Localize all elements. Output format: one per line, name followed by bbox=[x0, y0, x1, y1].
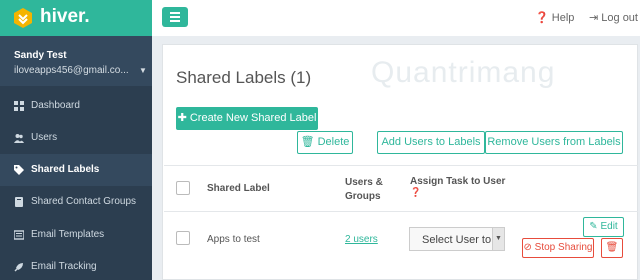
sidebar-item-dashboard[interactable]: Dashboard bbox=[0, 90, 152, 122]
top-bar: ❓ Help ⇥ Log out bbox=[152, 0, 640, 36]
sidebar-item-label: Dashboard bbox=[31, 100, 80, 111]
sidebar: hiver. Sandy Test iloveapps456@gmail.co.… bbox=[0, 0, 152, 280]
sidebar-item-shared-contact-groups[interactable]: Shared Contact Groups bbox=[0, 186, 152, 218]
help-link[interactable]: ❓ Help bbox=[535, 11, 574, 24]
plus-icon: ✚ bbox=[177, 112, 190, 124]
trash-icon: 🗑 bbox=[605, 242, 619, 253]
assign-user-select[interactable]: Select User to ▼ bbox=[409, 227, 505, 251]
hiver-logo-icon bbox=[14, 8, 32, 28]
book-icon bbox=[15, 197, 23, 207]
trash-icon: 🗑 bbox=[300, 136, 318, 148]
sidebar-item-users[interactable]: Users bbox=[0, 122, 152, 154]
add-users-to-labels-button[interactable]: Add Users to Labels bbox=[377, 131, 485, 154]
remove-users-from-labels-button[interactable]: Remove Users from Labels bbox=[485, 131, 623, 154]
template-icon bbox=[14, 230, 24, 240]
create-shared-label-button[interactable]: ✚ Create New Shared Label bbox=[176, 107, 318, 130]
column-header-users-groups: Users & Groups bbox=[345, 177, 383, 202]
column-header-shared-label: Shared Label bbox=[207, 183, 270, 194]
user-name: Sandy Test bbox=[14, 50, 67, 61]
logout-link[interactable]: ⇥ Log out bbox=[589, 11, 638, 24]
hamburger-menu-button[interactable] bbox=[162, 7, 188, 27]
ban-icon: ⊘ bbox=[523, 242, 535, 253]
users-icon bbox=[14, 134, 24, 143]
sidebar-item-email-tracking[interactable]: Email Tracking bbox=[0, 251, 152, 280]
row-checkbox[interactable] bbox=[176, 231, 190, 245]
chevron-down-icon: ▼ bbox=[492, 228, 504, 250]
sidebar-item-label: Shared Labels bbox=[31, 164, 100, 175]
edit-icon: ✎ bbox=[589, 221, 601, 232]
select-all-checkbox[interactable] bbox=[176, 181, 190, 195]
dashboard-icon bbox=[14, 101, 24, 111]
page-title: Shared Labels (1) bbox=[176, 68, 312, 87]
sidebar-item-label: Shared Contact Groups bbox=[31, 196, 137, 207]
question-circle-icon: ❓ bbox=[535, 12, 549, 24]
question-circle-icon[interactable]: ❓ bbox=[410, 187, 421, 197]
column-header-assign-task: Assign Task to User ❓ bbox=[410, 176, 506, 197]
caret-down-icon[interactable]: ▼ bbox=[139, 66, 147, 75]
divider bbox=[164, 165, 638, 166]
rocket-icon bbox=[14, 263, 23, 272]
shared-label-name: Apps to test bbox=[207, 234, 260, 245]
sidebar-item-label: Email Templates bbox=[31, 229, 105, 240]
sidebar-item-label: Users bbox=[31, 132, 58, 143]
hamburger-icon bbox=[170, 12, 180, 14]
stop-sharing-button[interactable]: ⊘ Stop Sharing bbox=[522, 238, 594, 258]
sign-out-icon: ⇥ bbox=[589, 12, 599, 24]
watermark: Quantrimang bbox=[371, 56, 556, 89]
shared-labels-card: Quantrimang Shared Labels (1) ✚ Create N… bbox=[162, 44, 638, 280]
tag-icon bbox=[14, 165, 24, 175]
sidebar-item-email-templates[interactable]: Email Templates bbox=[0, 219, 152, 251]
edit-button[interactable]: ✎ Edit bbox=[583, 217, 624, 237]
brand-header[interactable]: hiver. bbox=[0, 0, 152, 36]
sidebar-item-label: Email Tracking bbox=[31, 261, 97, 272]
table-header-divider bbox=[164, 211, 638, 212]
brand-name: hiver. bbox=[40, 6, 90, 27]
delete-button[interactable]: 🗑 Delete bbox=[297, 131, 353, 154]
delete-row-button[interactable]: 🗑 bbox=[601, 238, 623, 258]
users-count-link[interactable]: 2 users bbox=[345, 234, 378, 245]
sidebar-item-shared-labels[interactable]: Shared Labels bbox=[0, 154, 152, 186]
user-menu[interactable]: Sandy Test iloveapps456@gmail.co... ▼ bbox=[0, 36, 152, 86]
user-email: iloveapps456@gmail.co... bbox=[14, 65, 129, 76]
